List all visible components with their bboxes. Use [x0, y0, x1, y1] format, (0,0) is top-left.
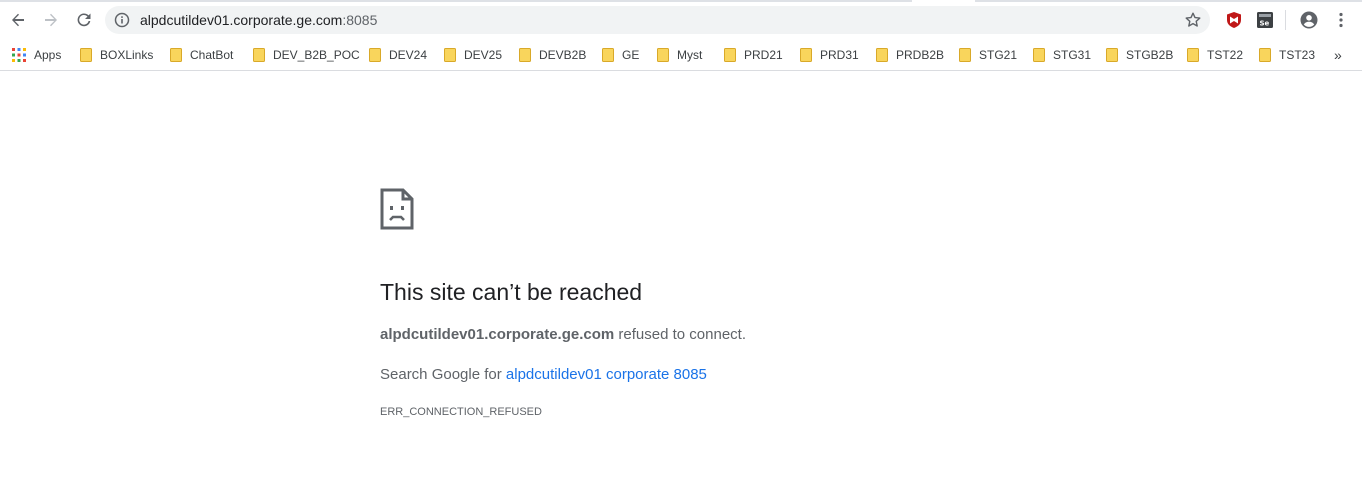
- url-port: :8085: [342, 12, 378, 28]
- bookmark-label: PRD31: [820, 48, 859, 62]
- bookmark-label: STGB2B: [1126, 48, 1174, 62]
- bookmark-apps[interactable]: Apps: [12, 45, 61, 65]
- bookmark-folder[interactable]: PRD21: [724, 45, 783, 65]
- bookmark-folder[interactable]: PRD31: [800, 45, 859, 65]
- bookmarks-overflow-button[interactable]: »: [1334, 45, 1342, 65]
- folder-icon: [80, 48, 92, 62]
- folder-icon: [602, 48, 614, 62]
- reload-button[interactable]: [72, 8, 96, 32]
- forward-button[interactable]: [39, 8, 63, 32]
- url-host: alpdcutildev01.corporate.ge.com: [140, 12, 343, 28]
- search-suggestion: Search Google for alpdcutildev01 corpora…: [380, 366, 707, 383]
- folder-icon: [170, 48, 182, 62]
- bookmark-label: Myst: [677, 48, 703, 62]
- search-prefix: Search Google for: [380, 366, 506, 383]
- folder-icon: [1187, 48, 1199, 62]
- folder-icon: [253, 48, 265, 62]
- address-bar[interactable]: alpdcutildev01.corporate.ge.com:8085: [105, 6, 1210, 34]
- bookmark-folder[interactable]: DEV24: [369, 45, 427, 65]
- bookmark-label: STG31: [1053, 48, 1092, 62]
- bookmark-label: STG21: [979, 48, 1018, 62]
- bookmark-folder[interactable]: STG21: [959, 45, 1017, 65]
- selenium-ide-icon[interactable]: Se: [1255, 10, 1275, 30]
- bookmark-folder[interactable]: DEV_B2B_POC: [253, 45, 360, 65]
- bookmark-label: GE: [622, 48, 640, 62]
- profile-icon[interactable]: [1299, 10, 1319, 30]
- svg-text:Se: Se: [1260, 20, 1270, 28]
- bookmark-label: DEV24: [389, 48, 428, 62]
- folder-icon: [1259, 48, 1271, 62]
- browser-toolbar: alpdcutildev01.corporate.ge.com:8085 Se: [0, 0, 1362, 40]
- url-text[interactable]: alpdcutildev01.corporate.ge.com:8085: [140, 12, 377, 28]
- bookmark-folder[interactable]: STGB2B: [1106, 45, 1173, 65]
- info-icon[interactable]: [113, 11, 131, 29]
- folder-icon: [369, 48, 381, 62]
- bookmark-label: BOXLinks: [100, 48, 154, 62]
- bookmark-label: TST23: [1279, 48, 1316, 62]
- error-host: alpdcutildev01.corporate.ge.com: [380, 326, 615, 343]
- bookmark-folder[interactable]: ChatBot: [170, 45, 233, 65]
- bookmark-folder[interactable]: TST23: [1259, 45, 1315, 65]
- folder-icon: [444, 48, 456, 62]
- tab-strip-edge: [0, 0, 912, 2]
- error-description: alpdcutildev01.corporate.ge.com refused …: [380, 326, 746, 343]
- bookmark-folder[interactable]: Myst: [657, 45, 702, 65]
- kebab-menu-icon[interactable]: [1331, 10, 1351, 30]
- reload-icon: [77, 13, 91, 27]
- folder-icon: [724, 48, 736, 62]
- folder-icon: [1033, 48, 1045, 62]
- folder-icon: [800, 48, 812, 62]
- folder-icon: [876, 48, 888, 62]
- forward-arrow-icon: [45, 13, 57, 27]
- back-arrow-icon: [12, 13, 24, 27]
- folder-icon: [519, 48, 531, 62]
- bookmark-folder[interactable]: DEV25: [444, 45, 502, 65]
- bookmark-label: ChatBot: [190, 48, 234, 62]
- mcafee-shield-icon[interactable]: [1224, 10, 1244, 30]
- bookmark-label: DEVB2B: [539, 48, 587, 62]
- bookmark-label: PRDB2B: [896, 48, 945, 62]
- toolbar-divider: [1285, 10, 1286, 30]
- overflow-chevron-icon: »: [1334, 47, 1342, 63]
- tab-strip-edge: [975, 0, 1362, 2]
- bookmark-folder[interactable]: DEVB2B: [519, 45, 586, 65]
- back-button[interactable]: [6, 8, 30, 32]
- apps-grid-icon: [12, 48, 26, 62]
- bookmark-label: DEV25: [464, 48, 503, 62]
- bookmarks-bar: Apps BOXLinks ChatBot DEV_B2B_POC DEV24 …: [0, 40, 1362, 71]
- search-google-link[interactable]: alpdcutildev01 corporate 8085: [506, 366, 707, 383]
- star-icon[interactable]: [1184, 11, 1202, 29]
- bookmark-folder[interactable]: BOXLinks: [80, 45, 153, 65]
- bookmark-label: TST22: [1207, 48, 1244, 62]
- folder-icon: [657, 48, 669, 62]
- sad-page-icon: [380, 188, 414, 230]
- bookmark-label: DEV_B2B_POC: [273, 48, 360, 62]
- bookmark-label: PRD21: [744, 48, 783, 62]
- bookmark-folder[interactable]: TST22: [1187, 45, 1243, 65]
- folder-icon: [959, 48, 971, 62]
- bookmark-folder[interactable]: PRDB2B: [876, 45, 944, 65]
- error-refused-text: refused to connect.: [614, 326, 746, 343]
- bookmark-label: Apps: [34, 48, 62, 62]
- bookmark-folder[interactable]: GE: [602, 45, 639, 65]
- folder-icon: [1106, 48, 1118, 62]
- error-title: This site can’t be reached: [380, 279, 643, 305]
- bookmark-folder[interactable]: STG31: [1033, 45, 1091, 65]
- error-code: ERR_CONNECTION_REFUSED: [380, 406, 542, 418]
